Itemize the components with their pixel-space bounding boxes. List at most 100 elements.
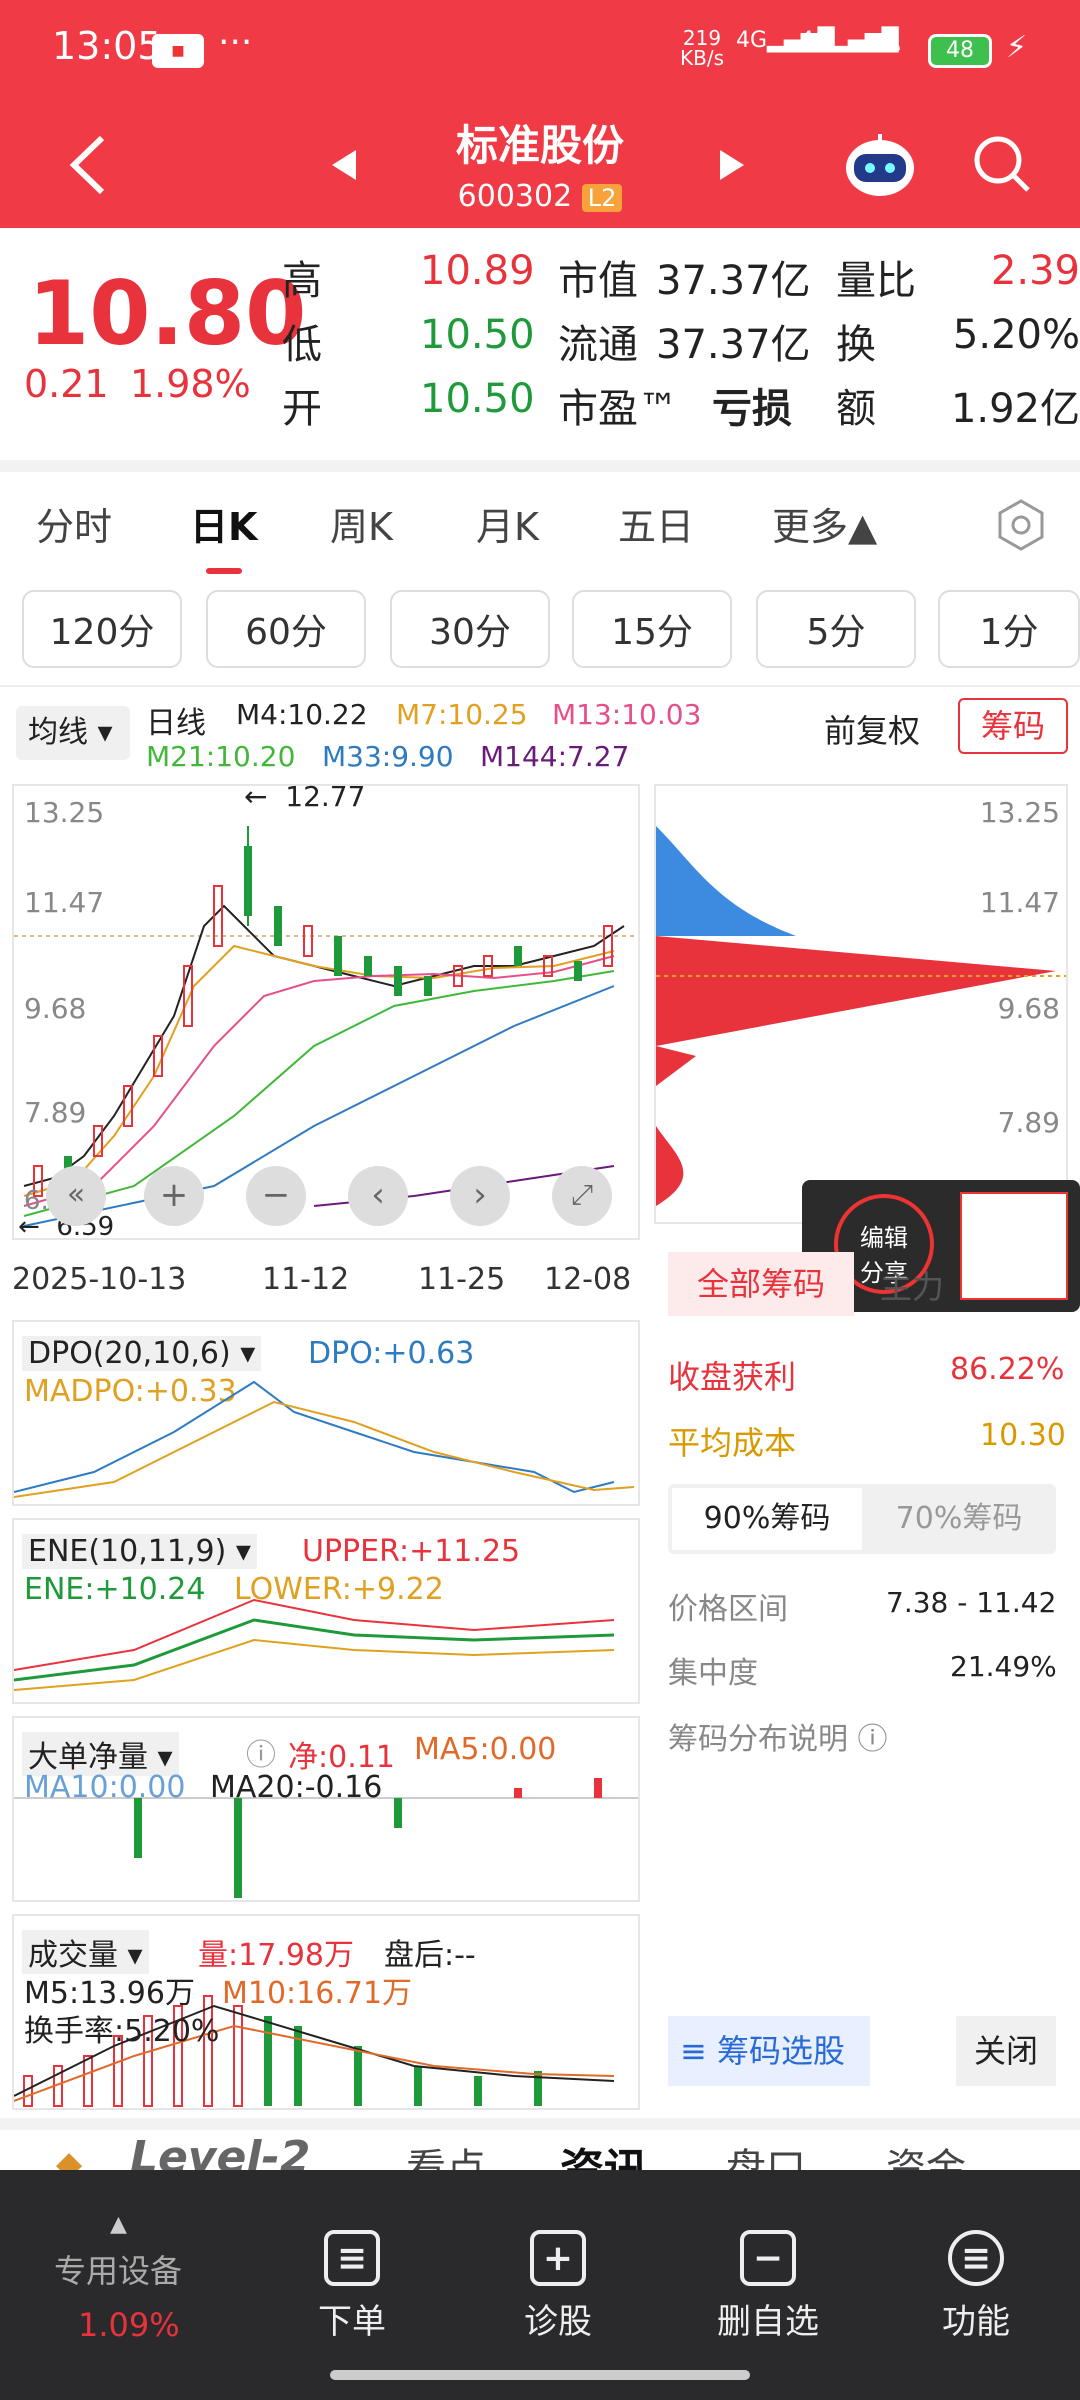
chip-distribution-chart: 13.25 11.47 9.68 7.89 bbox=[654, 784, 1068, 1224]
next-stock-icon[interactable] bbox=[718, 148, 746, 182]
pan-left-icon[interactable]: ‹ bbox=[348, 1166, 408, 1226]
settings-hex-icon[interactable] bbox=[996, 498, 1046, 552]
tab-minute[interactable]: 1分 bbox=[938, 590, 1080, 668]
zoom-out-icon[interactable]: − bbox=[246, 1166, 306, 1226]
ma-m7: M7:10.25 bbox=[396, 698, 528, 731]
chip-explain-link[interactable]: 筹码分布说明 ⓘ bbox=[668, 1714, 888, 1758]
range-value: 7.38 - 11.42 bbox=[886, 1586, 1057, 1619]
concentration-value: 21.49% bbox=[950, 1650, 1057, 1683]
stock-name: 标准股份 bbox=[455, 121, 624, 170]
fullscreen-icon[interactable]: ⤢ bbox=[552, 1166, 612, 1226]
ene-value: ENE:+10.24 bbox=[24, 1572, 206, 1607]
nav-order[interactable]: ≡ 下单 bbox=[272, 2230, 432, 2343]
divider bbox=[0, 460, 1080, 472]
tab-all-chip[interactable]: 全部筹码 bbox=[668, 1252, 854, 1316]
price-change: 0.21 bbox=[24, 362, 109, 406]
tab-period[interactable]: 日K bbox=[190, 496, 257, 551]
nav-remove-watch[interactable]: − 删自选 bbox=[688, 2230, 848, 2343]
tab-minute[interactable]: 30分 bbox=[390, 590, 550, 668]
tab-news[interactable]: 资讯 bbox=[560, 2134, 648, 2170]
volume-m10: M10:16.71万 bbox=[222, 1976, 413, 2011]
tab-minute[interactable]: 5分 bbox=[756, 590, 916, 668]
quote-key: 高 bbox=[282, 258, 322, 304]
quote-value: 10.89 bbox=[420, 248, 535, 294]
ma-select[interactable]: 均线 ▾ bbox=[16, 706, 130, 760]
tab-orderbook[interactable]: 盘口 bbox=[726, 2136, 806, 2170]
ene-select[interactable]: ENE(10,11,9) ▾ bbox=[22, 1534, 257, 1569]
turnover-rate: 换手率:5.20% bbox=[24, 2014, 220, 2049]
sector-change: 1.09% bbox=[78, 2306, 180, 2344]
period-tabs: 分时 日K 周K 月K 五日 更多▲ bbox=[0, 472, 1080, 574]
order-icon: ≡ bbox=[324, 2230, 380, 2286]
ma-m4: M4:10.22 bbox=[236, 698, 368, 731]
nav-functions[interactable]: ≡ 功能 bbox=[896, 2230, 1056, 2343]
screenshot-thumbnail[interactable] bbox=[960, 1192, 1068, 1300]
quote-key: 低 bbox=[282, 322, 322, 368]
quote-key: 额 bbox=[836, 386, 876, 432]
dpo-panel[interactable]: DPO(20,10,6) ▾ DPO:+0.63 MADPO:+0.33 bbox=[12, 1320, 640, 1506]
battery-icon: 48 bbox=[928, 34, 992, 68]
range-label: 价格区间 bbox=[668, 1592, 788, 1627]
rewind-icon[interactable]: « bbox=[46, 1166, 106, 1226]
search-icon[interactable] bbox=[970, 132, 1034, 196]
quote-key: 量比 bbox=[836, 258, 916, 304]
quote-key: 流通 bbox=[558, 322, 638, 368]
tab-minute[interactable]: 60分 bbox=[206, 590, 366, 668]
ene-panel[interactable]: ENE(10,11,9) ▾ UPPER:+11.25 ENE:+10.24 L… bbox=[12, 1518, 640, 1704]
quote-key: 换 bbox=[836, 322, 876, 368]
charging-icon: ⚡ bbox=[1006, 30, 1028, 65]
status-bar: 13:05 ■ ··· 219 KB/s 4G▂▄▆█ 4G▂▄▆█ ◠ 48 ⚡ bbox=[0, 0, 1080, 110]
pan-right-icon[interactable]: › bbox=[450, 1166, 510, 1226]
back-icon[interactable] bbox=[66, 132, 110, 198]
nav-diagnose[interactable]: + 诊股 bbox=[478, 2230, 638, 2343]
tab-period[interactable]: 五日 bbox=[618, 496, 694, 551]
quote-value: 37.37亿 bbox=[656, 322, 811, 368]
high-marker: ← 12.77 bbox=[244, 780, 366, 813]
last-price: 10.80 bbox=[28, 262, 307, 365]
divider bbox=[0, 2118, 1080, 2130]
adjust-mode[interactable]: 前复权 bbox=[824, 706, 920, 752]
prev-stock-icon[interactable] bbox=[330, 148, 358, 182]
dpo-lines bbox=[14, 1380, 635, 1498]
close-button[interactable]: 关闭 bbox=[956, 2016, 1056, 2086]
chip-button[interactable]: 筹码 bbox=[958, 698, 1068, 754]
x-axis-dates: 2025-10-13 11-12 11-25 12-08 bbox=[12, 1262, 640, 1302]
status-time: 13:05 bbox=[52, 24, 162, 68]
concentration-label: 集中度 bbox=[668, 1656, 758, 1691]
wifi-icon: ◠ bbox=[872, 28, 902, 68]
price-change-pct: 1.98% bbox=[130, 362, 251, 406]
tab-capital[interactable]: 资金 bbox=[886, 2136, 966, 2170]
tab-period[interactable]: 更多▲ bbox=[772, 496, 877, 551]
quote-value: 1.92亿 bbox=[950, 386, 1080, 432]
collapse-arrow-icon[interactable]: ▲ bbox=[110, 2212, 127, 2237]
tab-minute[interactable]: 120分 bbox=[22, 590, 182, 668]
kline-chart[interactable]: 13.25 11.47 9.68 7.89 6.11 ← 12.77 ← 6.5… bbox=[12, 780, 640, 1242]
tab-period[interactable]: 分时 bbox=[36, 496, 112, 551]
chip-y-tick: 9.68 bbox=[997, 992, 1060, 1025]
chip-y-tick: 13.25 bbox=[979, 796, 1060, 829]
sector-name[interactable]: 专用设备 bbox=[54, 2246, 182, 2292]
ma-m144: M144:7.27 bbox=[480, 740, 630, 773]
diagnose-icon: + bbox=[530, 2230, 586, 2286]
zoom-in-icon[interactable]: + bbox=[144, 1166, 204, 1226]
date-tick: 2025-10-13 bbox=[12, 1262, 187, 1297]
tab-level2[interactable]: Level-2 bbox=[130, 2132, 310, 2170]
tab-90-chip[interactable]: 90%筹码 bbox=[672, 1488, 862, 1550]
ene-upper: UPPER:+11.25 bbox=[302, 1534, 521, 1569]
tab-70-chip[interactable]: 70%筹码 bbox=[864, 1488, 1054, 1550]
quote-value: 2.39 bbox=[990, 248, 1080, 294]
tab-main-chip[interactable]: 主力 bbox=[880, 1262, 944, 1308]
tab-highlights[interactable]: 看点 bbox=[406, 2136, 486, 2170]
big-order-ma10: MA10:0.00 bbox=[24, 1770, 186, 1805]
candles bbox=[33, 826, 613, 1197]
tab-period[interactable]: 周K bbox=[330, 496, 393, 551]
robot-assistant-icon[interactable] bbox=[840, 130, 920, 200]
volume-panel[interactable]: 成交量 ▾ 量:17.98万 盘后:-- M5:13.96万 M10:16.71… bbox=[12, 1914, 640, 2110]
date-tick: 12-08 bbox=[544, 1262, 632, 1297]
chip-pick-button[interactable]: ≡ 筹码选股 bbox=[668, 2016, 870, 2086]
tab-minute[interactable]: 15分 bbox=[572, 590, 732, 668]
help-icon[interactable]: ⓘ bbox=[246, 1730, 276, 1774]
tab-period[interactable]: 月K bbox=[476, 496, 539, 551]
big-order-panel[interactable]: 大单净量 ▾ ⓘ 净:0.11 MA5:0.00 MA10:0.00 MA20:… bbox=[12, 1716, 640, 1902]
quote-value: 亏损 bbox=[712, 386, 792, 432]
